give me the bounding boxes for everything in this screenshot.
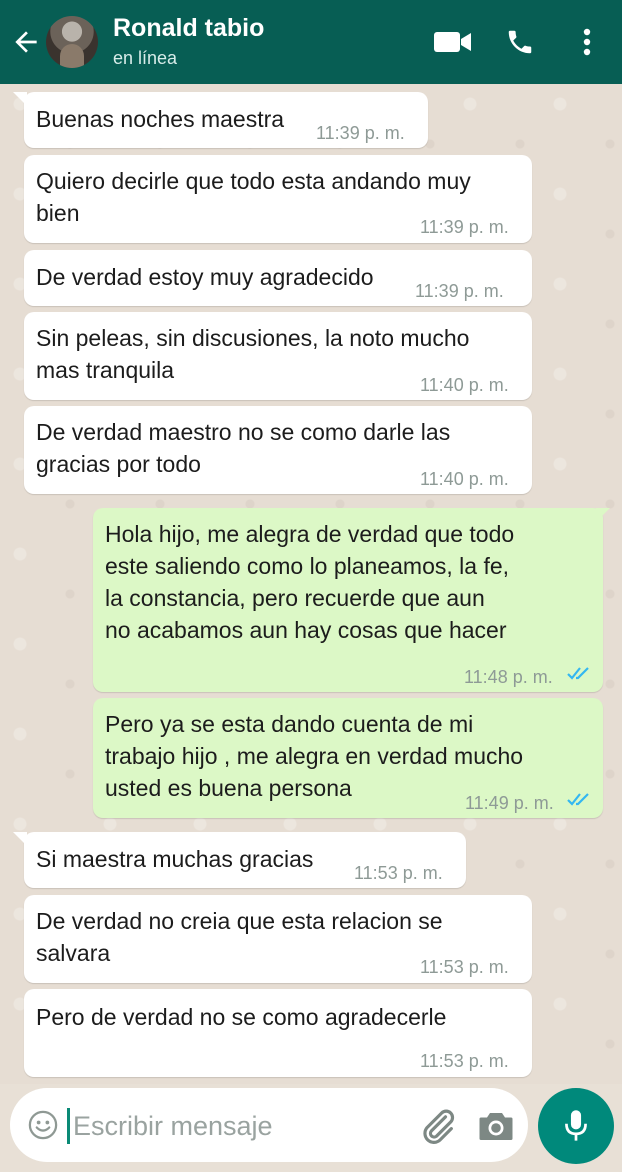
message-text: Quiero decirle que todo esta andando muy…	[36, 165, 471, 229]
camera-icon[interactable]	[478, 1108, 514, 1142]
message-bubble[interactable]: Hola hijo, me alegra de verdad que todo …	[93, 508, 610, 692]
message-time: 11:40 p. m.	[420, 469, 509, 489]
message-time: 11:53 p. m.	[420, 957, 509, 977]
message-time: 11:53 p. m.	[354, 863, 443, 883]
microphone-icon	[565, 1110, 587, 1141]
message-line: Si maestra muchas gracias	[36, 846, 314, 872]
message-time: 11:49 p. m.	[465, 793, 554, 813]
message-text: Pero ya se esta dando cuenta de mi traba…	[105, 708, 523, 804]
message-line: la constancia, pero recuerde que aun	[105, 585, 485, 611]
chat-header: Ronald tabio en línea	[0, 0, 622, 84]
message-line: Hola hijo, me alegra de verdad que todo	[105, 521, 515, 547]
message-line: Pero de verdad no se como agradecerle	[36, 1004, 447, 1030]
message-bubble[interactable]: De verdad no creia que esta relacion se …	[24, 895, 532, 983]
avatar[interactable]	[46, 16, 98, 68]
read-receipt-icon	[567, 667, 589, 680]
message-text: Buenas noches maestra	[36, 103, 284, 135]
message-line: Quiero decirle que todo esta andando muy	[36, 168, 471, 194]
message-line: De verdad estoy muy agradecido	[36, 264, 374, 290]
message-line: no acabamos aun hay cosas que hacer	[105, 617, 507, 643]
contact-status: en línea	[113, 48, 178, 68]
message-line: De verdad no creia que esta relacion se	[36, 908, 443, 934]
phone-icon[interactable]	[500, 24, 540, 60]
message-time: 11:39 p. m.	[420, 217, 509, 237]
message-composer	[10, 1088, 528, 1162]
paperclip-icon[interactable]	[418, 1106, 458, 1146]
message-bubble[interactable]: De verdad maestro no se como darle las g…	[24, 406, 532, 494]
message-text: Pero de verdad no se como agradecerle	[36, 1001, 446, 1033]
message-text: Si maestra muchas gracias	[36, 843, 313, 875]
message-line: trabajo hijo , me alegra en verdad mucho	[105, 743, 524, 769]
message-bubble[interactable]: Pero de verdad no se como agradecerle 11…	[24, 989, 532, 1077]
message-text: Sin peleas, sin discusiones, la noto muc…	[36, 322, 469, 386]
message-bubble[interactable]: Pero ya se esta dando cuenta de mi traba…	[93, 698, 603, 818]
read-receipt-icon	[567, 793, 589, 806]
message-time: 11:40 p. m.	[420, 375, 509, 395]
message-bubble[interactable]: De verdad estoy muy agradecido 11:39 p. …	[24, 250, 532, 306]
message-time: 11:39 p. m.	[415, 281, 504, 301]
message-bubble[interactable]: Sin peleas, sin discusiones, la noto muc…	[24, 312, 532, 400]
video-camera-icon[interactable]	[432, 24, 474, 60]
message-input[interactable]	[73, 1106, 393, 1146]
message-time: 11:48 p. m.	[464, 667, 553, 687]
contact-name[interactable]: Ronald tabio	[113, 14, 264, 43]
more-vertical-icon[interactable]	[572, 24, 602, 60]
message-bubble[interactable]: Buenas noches maestra 11:39 p. m.	[13, 92, 428, 148]
message-line: Buenas noches maestra	[36, 106, 285, 132]
message-line: De verdad maestro no se como darle las	[36, 419, 451, 445]
arrow-left-icon[interactable]	[10, 26, 42, 58]
text-cursor	[67, 1108, 70, 1144]
message-time: 11:53 p. m.	[420, 1051, 509, 1071]
message-text: Hola hijo, me alegra de verdad que todo …	[105, 518, 514, 646]
message-line: salvara	[36, 940, 111, 966]
message-bubble[interactable]: Quiero decirle que todo esta andando muy…	[24, 155, 532, 243]
message-line: Pero ya se esta dando cuenta de mi	[105, 711, 474, 737]
message-text: De verdad estoy muy agradecido	[36, 261, 374, 293]
message-line: gracias por todo	[36, 451, 201, 477]
message-line: Sin peleas, sin discusiones, la noto muc…	[36, 325, 470, 351]
message-line: usted es buena persona	[105, 775, 352, 801]
message-text: De verdad maestro no se como darle las g…	[36, 416, 450, 480]
message-text: De verdad no creia que esta relacion se …	[36, 905, 443, 969]
message-bubble[interactable]: Si maestra muchas gracias 11:53 p. m.	[13, 832, 466, 888]
message-line: este saliendo como lo planeamos, la fe,	[105, 553, 510, 579]
message-line: bien	[36, 200, 80, 226]
microphone-button[interactable]	[538, 1088, 614, 1164]
message-line: mas tranquila	[36, 357, 175, 383]
smiley-icon[interactable]	[28, 1110, 58, 1140]
message-time: 11:39 p. m.	[316, 123, 405, 143]
